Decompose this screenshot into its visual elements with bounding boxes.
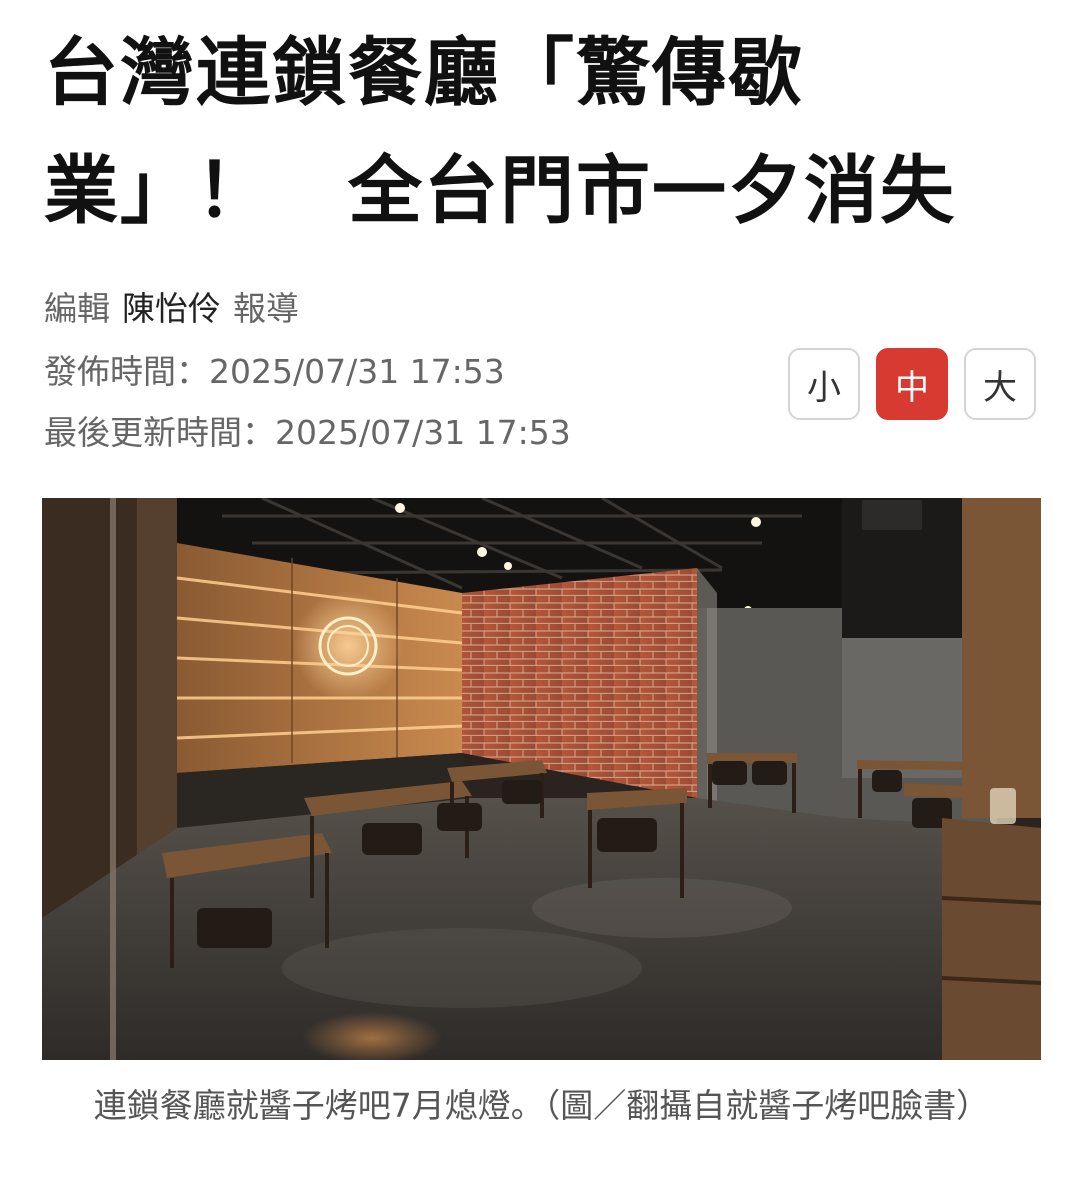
article-headline: 台灣連鎖餐廳「驚傳歇 業」！ 全台門市一夕消失	[44, 14, 1044, 250]
published-time: 發佈時間：2025/07/31 17:53	[44, 345, 505, 393]
byline-prefix: 編輯	[44, 289, 110, 328]
updated-label: 最後更新時間：	[44, 413, 275, 452]
byline-suffix: 報導	[233, 289, 299, 328]
updated-value: 2025/07/31 17:53	[275, 413, 571, 452]
updated-time: 最後更新時間：2025/07/31 17:53	[44, 406, 571, 454]
byline: 編輯 陳怡伶 報導	[44, 282, 299, 330]
published-value: 2025/07/31 17:53	[209, 352, 505, 391]
photo-caption: 連鎖餐廳就醬子烤吧7月熄燈。（圖／翻攝自就醬子烤吧臉書）	[93, 1086, 990, 1125]
headline-line-1: 台灣連鎖餐廳「驚傳歇	[44, 30, 804, 116]
font-size-large-button[interactable]: 大	[964, 348, 1036, 420]
article-page: 台灣連鎖餐廳「驚傳歇 業」！ 全台門市一夕消失 編輯 陳怡伶 報導 發佈時間：202…	[0, 0, 1083, 1200]
font-size-small-button[interactable]: 小	[788, 348, 860, 420]
headline-line-2: 業」！ 全台門市一夕消失	[44, 148, 956, 234]
article-photo	[42, 498, 1041, 1060]
published-label: 發佈時間：	[44, 352, 209, 391]
restaurant-interior-image	[42, 498, 1041, 1060]
font-size-controls: 小 中 大	[788, 348, 1036, 420]
font-size-medium-button[interactable]: 中	[876, 348, 948, 420]
author-name[interactable]: 陳怡伶	[122, 289, 221, 328]
